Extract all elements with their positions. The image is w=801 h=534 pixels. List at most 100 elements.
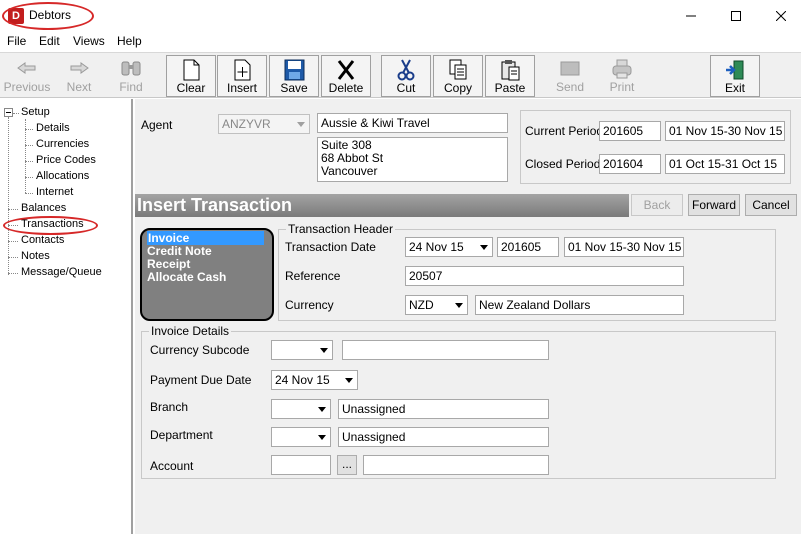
insert-label: Insert <box>226 81 257 95</box>
tree-item-internet[interactable]: Internet <box>36 186 73 198</box>
maximize-button[interactable] <box>713 0 759 32</box>
chevron-down-icon <box>341 371 357 389</box>
chevron-down-icon <box>476 238 492 256</box>
tree-item-message-queue[interactable]: Message/Queue <box>21 266 102 278</box>
tree-item-details[interactable]: Details <box>36 122 70 134</box>
currency-name-field: New Zealand Dollars <box>475 295 684 315</box>
exit-door-icon <box>711 56 759 82</box>
close-button[interactable] <box>758 0 801 32</box>
cut-button[interactable]: Cut <box>381 55 431 97</box>
copy-pages-icon <box>434 56 482 82</box>
payment-due-value: 24 Nov 15 <box>275 373 330 387</box>
tree-item-balances[interactable]: Balances <box>21 202 66 214</box>
currency-subcode-label: Currency Subcode <box>150 343 250 357</box>
find-button[interactable]: Find <box>106 55 156 97</box>
agent-name-field[interactable]: Aussie & Kiwi Travel <box>317 113 508 133</box>
paste-label: Paste <box>494 81 526 95</box>
blank-page-icon <box>167 56 215 82</box>
next-button[interactable]: Next <box>54 55 104 97</box>
tree-item-price-codes[interactable]: Price Codes <box>36 154 96 166</box>
paste-clipboard-icon <box>486 56 534 82</box>
closed-period-label: Closed Period <box>525 157 601 171</box>
printer-icon <box>597 55 647 81</box>
transaction-date-picker[interactable]: 24 Nov 15 <box>405 237 493 257</box>
closed-period-code: 201604 <box>599 154 661 174</box>
forward-button[interactable]: Forward <box>688 194 740 216</box>
agent-code-value: ANZYVR <box>222 117 271 131</box>
insert-button[interactable]: Insert <box>217 55 267 97</box>
collapse-icon[interactable] <box>4 108 13 117</box>
transaction-period-code: 201605 <box>497 237 559 257</box>
menu-help[interactable]: Help <box>117 34 142 48</box>
annotation-circle <box>2 2 94 30</box>
account-field[interactable] <box>271 455 331 475</box>
menu-bar: File Edit Views Help <box>0 32 801 52</box>
exit-label: Exit <box>724 81 745 95</box>
chevron-down-icon <box>316 341 332 359</box>
transaction-date-value: 24 Nov 15 <box>409 240 464 254</box>
scissors-icon <box>382 56 430 82</box>
send-envelope-icon <box>545 55 595 81</box>
back-button[interactable]: Back <box>631 194 683 216</box>
department-label: Department <box>150 428 213 442</box>
transaction-header-title: Transaction Header <box>286 222 395 236</box>
account-label: Account <box>150 459 194 473</box>
menu-views[interactable]: Views <box>73 34 105 48</box>
closed-period-range: 01 Oct 15-31 Oct 15 <box>665 154 785 174</box>
branch-combo[interactable] <box>271 399 331 419</box>
agent-address-field[interactable]: Suite 308 68 Abbot St Vancouver <box>317 137 508 182</box>
payment-due-label: Payment Due Date <box>150 373 252 387</box>
previous-button[interactable]: Previous <box>2 55 52 97</box>
type-item-invoice[interactable]: Invoice <box>147 231 264 245</box>
menu-file[interactable]: File <box>7 34 26 48</box>
type-item-receipt[interactable]: Receipt <box>147 257 190 271</box>
exit-button[interactable]: Exit <box>710 55 760 97</box>
toolbar: Previous Next Find Clear Insert Save Del… <box>0 52 801 98</box>
reference-field[interactable]: 20507 <box>405 266 684 286</box>
navigation-tree: Setup Details Currencies Price Codes All… <box>0 99 133 534</box>
chevron-down-icon <box>314 400 330 418</box>
clear-button[interactable]: Clear <box>166 55 216 97</box>
pointing-hand-left-icon <box>2 55 52 81</box>
currency-code-value: NZD <box>409 298 434 312</box>
currency-combo[interactable]: NZD <box>405 295 468 315</box>
transaction-type-list[interactable]: Invoice Credit Note Receipt Allocate Cas… <box>140 228 274 321</box>
address-line-3: Vancouver <box>321 164 378 178</box>
print-label: Print <box>609 80 635 94</box>
agent-code-combo[interactable]: ANZYVR <box>218 114 310 134</box>
menu-edit[interactable]: Edit <box>39 34 60 48</box>
tree-item-allocations[interactable]: Allocations <box>36 170 89 182</box>
type-item-credit-note[interactable]: Credit Note <box>147 244 212 258</box>
copy-button[interactable]: Copy <box>433 55 483 97</box>
chevron-down-icon <box>293 115 309 133</box>
minimize-icon <box>686 15 696 17</box>
cancel-button[interactable]: Cancel <box>745 194 797 216</box>
currency-subcode-combo[interactable] <box>271 340 333 360</box>
clear-label: Clear <box>176 81 206 95</box>
payment-due-date-picker[interactable]: 24 Nov 15 <box>271 370 358 390</box>
transaction-date-label: Transaction Date <box>285 240 376 254</box>
department-combo[interactable] <box>271 427 331 447</box>
agent-label: Agent <box>141 118 173 132</box>
tree-item-notes[interactable]: Notes <box>21 250 50 262</box>
delete-button[interactable]: Delete <box>321 55 371 97</box>
send-label: Send <box>555 80 585 94</box>
type-item-allocate-cash[interactable]: Allocate Cash <box>147 270 226 284</box>
currency-label: Currency <box>285 298 334 312</box>
send-button[interactable]: Send <box>545 55 595 97</box>
minimize-button[interactable] <box>668 0 714 32</box>
chevron-down-icon <box>314 428 330 446</box>
save-disk-icon <box>270 56 318 82</box>
annotation-circle <box>3 216 98 235</box>
tree-item-contacts[interactable]: Contacts <box>21 234 64 246</box>
account-browse-button[interactable]: ... <box>337 455 357 475</box>
paste-button[interactable]: Paste <box>485 55 535 97</box>
find-label: Find <box>119 80 143 94</box>
new-page-icon <box>218 56 266 82</box>
print-button[interactable]: Print <box>597 55 647 97</box>
tree-item-setup[interactable]: Setup <box>21 106 50 118</box>
tree-item-currencies[interactable]: Currencies <box>36 138 89 150</box>
department-desc: Unassigned <box>338 427 549 447</box>
save-button[interactable]: Save <box>269 55 319 97</box>
insert-transaction-title: Insert Transaction <box>137 195 293 215</box>
